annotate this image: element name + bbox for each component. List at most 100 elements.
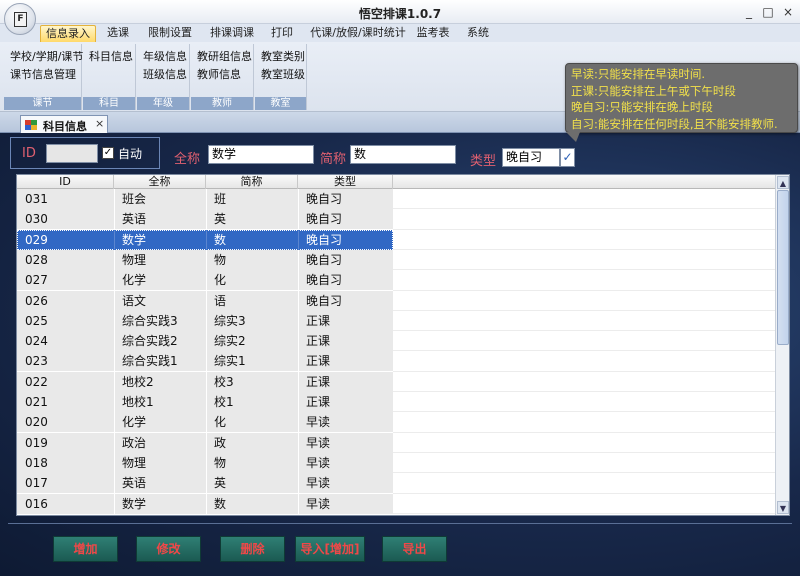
vertical-scrollbar[interactable]: ▲ ▼ [775, 175, 789, 515]
tab-constraints[interactable]: 限制设置 [146, 25, 194, 42]
id-field[interactable] [46, 144, 98, 163]
cell-fullname: 地校1 [122, 395, 154, 409]
close-button[interactable]: × [778, 3, 798, 21]
table-row[interactable]: 023 综合实践1 综实1 正课 [17, 351, 776, 372]
teacher-info-button[interactable]: 教师信息 [197, 66, 241, 82]
table-row[interactable]: 030 英语 英 晚自习 [17, 209, 776, 230]
tab-substitute-stats[interactable]: 代课/放假/课时统计 [310, 25, 406, 42]
tooltip-line: 晚自习:只能安排在晚上时段 [571, 100, 713, 114]
table-row[interactable]: 019 政治 政 早读 [17, 432, 776, 453]
cell-fullname: 化学 [122, 273, 147, 288]
table-row[interactable]: 026 语文 语 晚自习 [17, 290, 776, 311]
group-label: 教师 [191, 97, 253, 110]
tooltip-line: 自习:能安排在任何时段,且不能安排教师. [571, 116, 778, 131]
export-button[interactable]: 导出 [382, 536, 447, 562]
cell-shortname: 语 [214, 293, 227, 308]
scroll-thumb[interactable] [777, 190, 789, 345]
column-header-id[interactable]: ID [17, 175, 114, 189]
type-tooltip: 早读:只能安排在早读时间. 正课:只能安排在上午或下午时段 晚自习:只能安排在晚… [565, 63, 798, 133]
subject-info-button[interactable]: 科目信息 [89, 48, 133, 64]
ribbon-group-teachers: 教研组信息 教师信息 教师 [191, 44, 254, 110]
cell-id: 024 [25, 334, 48, 349]
table-row[interactable]: 022 地校2 校3 正课 [17, 371, 776, 392]
cell-shortname: 政 [214, 435, 227, 450]
cell-type: 早读 [306, 496, 331, 511]
table-row[interactable]: 025 综合实践3 综实3 正课 [17, 310, 776, 331]
teaching-group-button[interactable]: 教研组信息 [197, 48, 252, 64]
cell-id: 016 [25, 496, 48, 511]
shortname-label: 简称 [320, 152, 347, 167]
grade-info-button[interactable]: 年级信息 [143, 48, 187, 64]
table-row[interactable]: 021 地校1 校1 正课 [17, 392, 776, 412]
tab-system[interactable]: 系统 [464, 25, 492, 42]
import-button[interactable]: 导入[增加] [295, 536, 365, 562]
edit-button[interactable]: 修改 [136, 536, 201, 562]
minimize-button[interactable]: _ [739, 3, 759, 21]
period-info-button[interactable]: 课节信息管理 [10, 66, 76, 82]
school-term-period-button[interactable]: 学校/学期/课节 [10, 48, 83, 64]
table-row[interactable]: 024 综合实践2 综实2 正课 [17, 331, 776, 352]
table-row[interactable]: 016 数学 数 早读 [17, 493, 776, 514]
table-row[interactable]: 018 物理 物 早读 [17, 452, 776, 473]
cell-type: 正课 [306, 313, 331, 328]
delete-button[interactable]: 删除 [220, 536, 285, 562]
doc-tab-label: 科目信息 [43, 120, 87, 133]
room-class-button[interactable]: 教室班级 [261, 66, 305, 82]
tab-info-entry[interactable]: 信息录入 [40, 25, 96, 42]
fullname-label: 全称 [174, 152, 201, 167]
ribbon-tabs: 信息录入 选课 限制设置 排课调课 打印 代课/放假/课时统计 监考表 系统 [0, 24, 800, 42]
cell-shortname: 英 [214, 476, 227, 491]
table-row[interactable]: 028 物理 物 晚自习 [17, 249, 776, 270]
cell-shortname: 物 [214, 455, 227, 470]
auto-checkbox[interactable]: ✓ [102, 147, 114, 159]
cell-id: 025 [25, 313, 48, 328]
cell-shortname: 英 [214, 212, 227, 227]
subject-table: ID 全称 简称 类型 031 班会班晚自习 030 英语英晚自习 029 数学数晚自习 0… [16, 174, 790, 516]
type-select[interactable]: 晚自习 [502, 148, 560, 167]
title-bar: 悟空排课1.0.7 _ □ × [0, 0, 800, 24]
add-button[interactable]: 增加 [53, 536, 118, 562]
close-tab-icon[interactable]: × [95, 117, 104, 130]
column-header-type[interactable]: 类型 [298, 175, 393, 189]
table-row[interactable]: 031 班会 班 晚自习 [17, 189, 776, 209]
cell-fullname: 英语 [122, 476, 147, 491]
subject-info-icon [25, 120, 37, 131]
cell-type: 早读 [306, 415, 331, 430]
table-row[interactable]: 027 化学 化 晚自习 [17, 270, 776, 291]
tab-print[interactable]: 打印 [268, 25, 296, 42]
room-category-button[interactable]: 教室类别 [261, 48, 305, 64]
table-row[interactable]: 020 化学 化 早读 [17, 412, 776, 433]
cell-type: 正课 [306, 395, 331, 409]
cell-shortname: 化 [214, 415, 227, 430]
tab-scheduling[interactable]: 排课调课 [208, 25, 256, 42]
tooltip-line: 正课:只能安排在上午或下午时段 [571, 83, 736, 98]
cell-fullname: 地校2 [122, 374, 154, 389]
column-header-shortname[interactable]: 简称 [206, 175, 298, 189]
cell-type: 晚自习 [306, 273, 343, 288]
scroll-up-icon[interactable]: ▲ [777, 176, 789, 189]
cell-type: 晚自习 [306, 293, 343, 308]
cell-id: 020 [25, 415, 48, 430]
app-menu-button[interactable]: F [4, 3, 36, 35]
type-dropdown-check-icon[interactable]: ✓ [560, 148, 575, 167]
cell-id: 031 [25, 192, 48, 206]
fullname-field[interactable]: 数学 [208, 145, 314, 164]
maximize-button[interactable]: □ [758, 3, 778, 21]
cell-id: 026 [25, 293, 48, 308]
group-label: 教室 [255, 97, 306, 110]
cell-shortname: 校1 [214, 395, 234, 409]
doc-tab-subject-info[interactable]: 科目信息 × [20, 115, 108, 134]
tooltip-pointer [566, 132, 580, 142]
cell-type: 早读 [306, 455, 331, 470]
scroll-down-icon[interactable]: ▼ [777, 501, 789, 514]
table-row[interactable]: 017 英语 英 早读 [17, 473, 776, 494]
cell-shortname: 班 [214, 192, 227, 206]
window-title: 悟空排课1.0.7 [358, 7, 442, 21]
shortname-field[interactable]: 数 [350, 145, 456, 164]
column-header-fullname[interactable]: 全称 [114, 175, 206, 189]
class-info-button[interactable]: 班级信息 [143, 66, 187, 82]
tab-exam-table[interactable]: 监考表 [414, 25, 452, 42]
cell-id: 019 [25, 435, 48, 450]
tab-course-select[interactable]: 选课 [103, 25, 133, 42]
table-row[interactable]: 029 数学 数 晚自习 [17, 229, 776, 250]
